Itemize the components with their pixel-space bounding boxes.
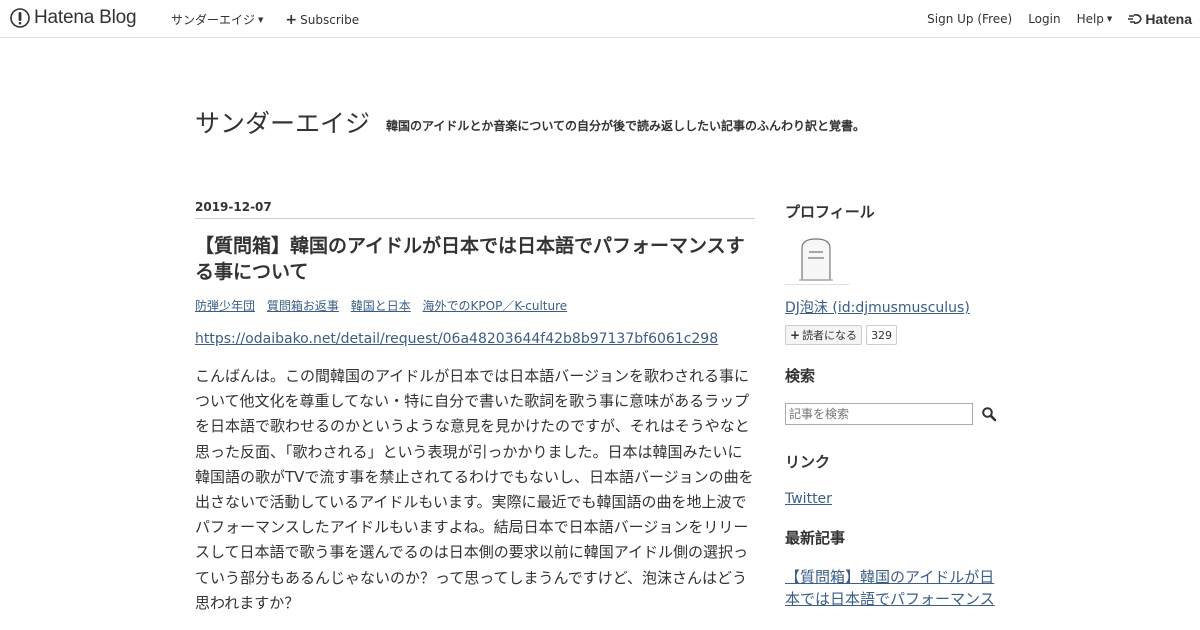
entry-title[interactable]: 【質問箱】韓国のアイドルが日本では日本語でパフォーマンスする事について bbox=[195, 233, 755, 285]
reader-row: + 読者になる 329 bbox=[785, 325, 1000, 345]
blog-description: 韓国のアイドルとか音楽についての自分が後で読み返ししたい記事のふんわり訳と覚書。 bbox=[386, 119, 866, 133]
category-link[interactable]: 質問箱お返事 bbox=[267, 299, 339, 313]
help-dropdown[interactable]: Help ▼ bbox=[1077, 12, 1113, 26]
sidebar: プロフィール DJ泡沫 (id:djmusmusculus) + 読者になる 3… bbox=[785, 200, 1000, 610]
twitter-link[interactable]: Twitter bbox=[785, 491, 1000, 507]
blog-nav: サンダーエイジ ▼ + Subscribe bbox=[171, 11, 359, 28]
category-link[interactable]: 防弾少年団 bbox=[195, 299, 255, 313]
plus-icon: + bbox=[285, 11, 298, 28]
entry-date[interactable]: 2019-12-07 bbox=[195, 200, 755, 219]
help-label: Help bbox=[1076, 12, 1104, 26]
signup-link[interactable]: Sign Up (Free) bbox=[927, 12, 1012, 26]
profile-name-link[interactable]: DJ泡沫 (id:djmusmusculus) bbox=[785, 297, 1000, 317]
recent-entry-link[interactable]: 【質問箱】韓国のアイドルが日本では日本語でパフォーマンス bbox=[785, 566, 1000, 610]
hatena-logo[interactable]: Hatena bbox=[1128, 11, 1192, 27]
links-title: リンク bbox=[785, 453, 831, 471]
search-input[interactable] bbox=[785, 403, 973, 425]
recent-entries-title: 最新記事 bbox=[785, 529, 846, 547]
hatena-logo-text: Hatena bbox=[1145, 11, 1192, 27]
global-header: Hatena Blog サンダーエイジ ▼ + Subscribe Sign U… bbox=[0, 0, 1200, 38]
plus-icon: + bbox=[790, 328, 801, 342]
hatena-blog-icon bbox=[10, 8, 30, 28]
subscribe-button[interactable]: + Subscribe bbox=[285, 13, 359, 27]
search-icon[interactable] bbox=[981, 406, 997, 422]
profile-title: プロフィール bbox=[785, 203, 875, 221]
reader-count-badge[interactable]: 329 bbox=[866, 325, 898, 345]
entry-categories: 防弾少年団 質問箱お返事 韓国と日本 海外でのKPOP／K-culture bbox=[195, 297, 755, 314]
login-link[interactable]: Login bbox=[1028, 12, 1060, 26]
entry-body: こんばんは。この間韓国のアイドルが日本では日本語バージョンを歌わされる事について… bbox=[195, 367, 754, 612]
profile-avatar[interactable] bbox=[785, 234, 849, 285]
caret-down-icon: ▼ bbox=[1106, 15, 1113, 23]
entry-source-link-row: https://odaibako.net/detail/request/06a4… bbox=[195, 331, 755, 347]
subscribe-label: Subscribe bbox=[300, 12, 360, 27]
account-nav: Sign Up (Free) Login Help ▼ Hatena bbox=[927, 11, 1200, 27]
blog-menu-dropdown[interactable]: サンダーエイジ ▼ bbox=[171, 11, 263, 28]
hatena-bird-icon bbox=[1128, 14, 1143, 24]
search-title: 検索 bbox=[785, 367, 816, 385]
become-reader-button[interactable]: + 読者になる bbox=[785, 325, 863, 345]
category-link[interactable]: 海外でのKPOP／K-culture bbox=[423, 299, 568, 313]
odaibako-link[interactable]: https://odaibako.net/detail/request/06a4… bbox=[195, 331, 718, 347]
caret-down-icon: ▼ bbox=[258, 15, 264, 24]
reader-button-label: 読者になる bbox=[802, 329, 858, 342]
category-link[interactable]: 韓国と日本 bbox=[351, 299, 411, 313]
hatena-blog-logo[interactable]: Hatena Blog bbox=[10, 7, 137, 29]
brand-name: Hatena Blog bbox=[34, 7, 137, 28]
blog-menu-label: サンダーエイジ bbox=[171, 13, 256, 27]
search-form bbox=[785, 403, 1000, 425]
tombstone-avatar-icon bbox=[799, 238, 833, 281]
entry: 2019-12-07 【質問箱】韓国のアイドルが日本では日本語でパフォーマンスす… bbox=[195, 200, 755, 616]
blog-title[interactable]: サンダーエイジ bbox=[195, 104, 370, 140]
